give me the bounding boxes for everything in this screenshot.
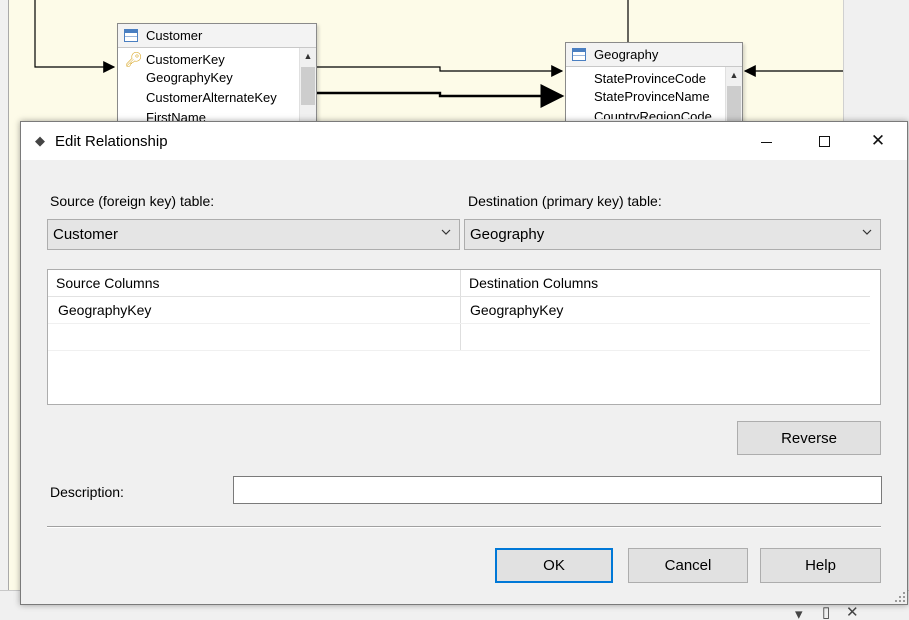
customer-table-header[interactable]: Customer [118, 24, 316, 48]
column-name: FirstName [146, 110, 206, 121]
column-row[interactable]: 🔑︎ CustomerKey [118, 48, 316, 68]
source-columns-header: Source Columns [48, 270, 461, 296]
column-name: StateProvinceCode [594, 71, 707, 86]
destination-columns-header: Destination Columns [469, 275, 599, 291]
chevron-down-icon [862, 229, 872, 235]
reverse-button[interactable]: Reverse [737, 421, 881, 455]
table-row[interactable]: GeographyKey GeographyKey [48, 297, 870, 324]
table-scrollbar[interactable]: ▲ [299, 48, 316, 123]
table-icon [124, 29, 138, 42]
minimize-button[interactable] [737, 122, 795, 160]
close-button[interactable]: ✕ [849, 122, 907, 160]
geography-table-title: Geography [594, 47, 659, 62]
resize-grip-icon[interactable] [895, 592, 905, 602]
separator [47, 526, 881, 528]
dropdown-arrow-icon[interactable]: ▾ [795, 605, 803, 620]
customer-table-box[interactable]: Customer 🔑︎ CustomerKey GeographyKey Cus… [117, 23, 317, 123]
column-row[interactable]: CustomerAlternateKey [118, 88, 316, 108]
table-scrollbar[interactable]: ▲ [725, 67, 742, 124]
column-name: CustomerAlternateKey [146, 90, 277, 105]
scroll-thumb[interactable] [727, 86, 741, 124]
column-row[interactable]: StateProvinceCode [566, 67, 742, 87]
column-mapping-grid[interactable]: Source Columns Destination Columns Geogr… [47, 269, 881, 405]
edit-relationship-dialog: ◆ Edit Relationship ✕ Source (foreign ke… [20, 121, 908, 605]
minimize-icon [760, 141, 772, 143]
dialog-title: Edit Relationship [55, 132, 168, 150]
column-name: StateProvinceName [594, 89, 710, 104]
column-row[interactable]: CountryRegionCode [566, 107, 742, 119]
source-column-cell[interactable]: GeographyKey [48, 297, 461, 323]
destination-table-select[interactable]: Geography [464, 219, 881, 250]
source-table-value: Customer [53, 226, 119, 243]
close-panel-icon[interactable]: ✕ [846, 603, 859, 620]
source-table-label: Source (foreign key) table: [50, 193, 215, 209]
help-button[interactable]: Help [760, 548, 881, 583]
maximize-button[interactable] [795, 122, 853, 160]
column-row[interactable]: GeographyKey [118, 68, 316, 88]
column-name: CountryRegionCode [594, 109, 712, 119]
table-row[interactable] [48, 324, 870, 351]
chevron-down-icon [441, 229, 451, 235]
ok-button[interactable]: OK [495, 548, 613, 583]
destination-table-value: Geography [470, 226, 545, 243]
column-name: GeographyKey [146, 70, 233, 85]
scroll-up-icon[interactable]: ▲ [726, 67, 742, 84]
relationship-icon: ◆ [35, 133, 45, 148]
grid-header-row: Source Columns Destination Columns [48, 270, 870, 297]
maximize-icon [818, 135, 830, 147]
table-icon [572, 48, 586, 61]
source-table-select[interactable]: Customer [47, 219, 460, 250]
primary-key-icon: 🔑︎ [125, 51, 143, 67]
title-bar[interactable]: ◆ Edit Relationship ✕ [21, 122, 907, 160]
scroll-up-icon[interactable]: ▲ [300, 48, 316, 65]
geography-table-box[interactable]: Geography StateProvinceCode StateProvinc… [565, 42, 743, 124]
pin-icon[interactable]: ▯ [822, 603, 830, 620]
column-row[interactable]: StateProvinceName [566, 87, 742, 107]
geography-table-header[interactable]: Geography [566, 43, 742, 67]
destination-column-cell[interactable] [461, 324, 870, 350]
customer-table-title: Customer [146, 28, 203, 43]
destination-column-cell[interactable]: GeographyKey [461, 297, 870, 323]
column-name: CustomerKey [146, 52, 225, 67]
destination-table-label: Destination (primary key) table: [468, 193, 662, 209]
column-row[interactable]: FirstName [118, 108, 316, 121]
scroll-thumb[interactable] [301, 67, 315, 105]
source-column-cell[interactable] [48, 324, 461, 350]
description-input[interactable] [233, 476, 882, 504]
close-icon: ✕ [870, 131, 886, 150]
description-label: Description: [50, 484, 124, 500]
cancel-button[interactable]: Cancel [628, 548, 748, 583]
